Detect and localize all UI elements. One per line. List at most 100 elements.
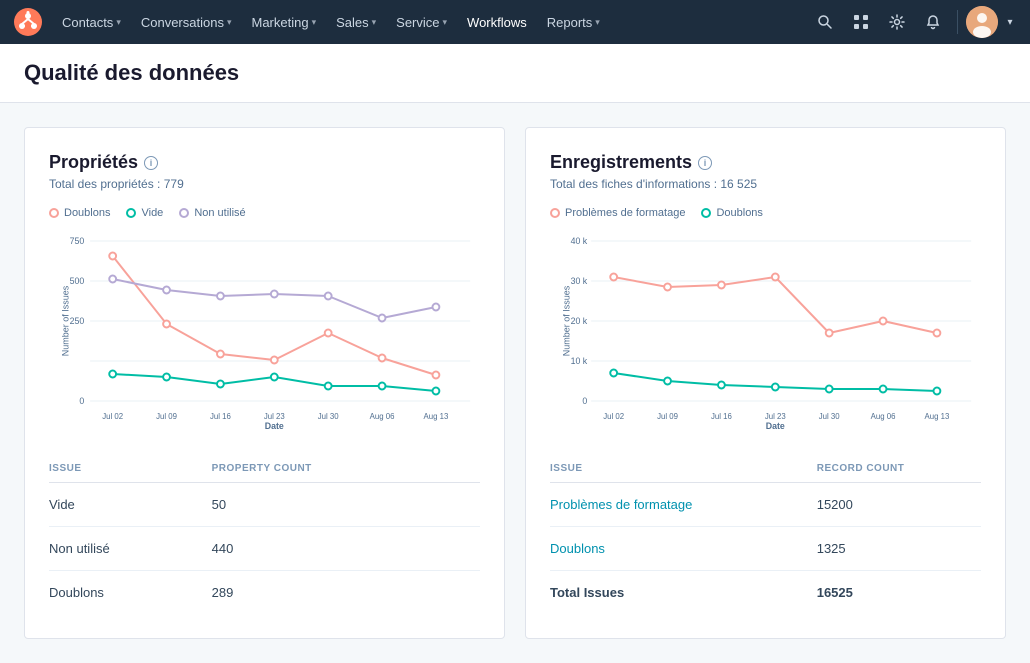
svg-text:10 k: 10 k (571, 356, 588, 366)
user-avatar[interactable] (966, 6, 998, 38)
properties-card: Propriétés i Total des propriétés : 779 … (24, 127, 505, 639)
record-count-formatage: 15200 (817, 483, 981, 527)
svg-text:40 k: 40 k (571, 236, 588, 246)
legend-dot-non-utilise (179, 208, 189, 218)
nav-conversations[interactable]: Conversations ▾ (131, 0, 242, 44)
properties-chart: 750 500 250 0 Number of Issues Jul 02 Ju… (49, 231, 480, 431)
nav-reports[interactable]: Reports ▾ (537, 0, 610, 44)
page-header: Qualité des données (0, 44, 1030, 103)
record-count-doublons: 1325 (817, 527, 981, 571)
chevron-down-icon: ▾ (372, 17, 377, 28)
navbar: Contacts ▾ Conversations ▾ Marketing ▾ S… (0, 0, 1030, 44)
nav-menu: Contacts ▾ Conversations ▾ Marketing ▾ S… (52, 0, 809, 44)
svg-text:Jul 16: Jul 16 (210, 412, 231, 421)
legend-dot-vide (126, 208, 136, 218)
properties-card-title: Propriétés i (49, 152, 480, 173)
legend-doublons: Doublons (49, 207, 110, 219)
svg-text:Number of Issues: Number of Issues (61, 285, 71, 356)
apps-button[interactable] (845, 6, 877, 38)
svg-text:Jul 09: Jul 09 (156, 412, 177, 421)
table-row: Vide 50 (49, 483, 480, 527)
nav-right-actions: ▾ (809, 6, 1018, 38)
chevron-down-icon: ▾ (227, 17, 232, 28)
properties-table: ISSUE PROPERTY COUNT Vide 50 Non utilisé… (49, 455, 480, 614)
legend-doublons-enreg: Doublons (701, 207, 762, 219)
nav-divider (957, 10, 958, 34)
issue-label: Doublons (49, 571, 212, 615)
svg-text:250: 250 (70, 316, 85, 326)
enregistrements-card: Enregistrements i Total des fiches d'inf… (525, 127, 1006, 639)
chevron-down-icon: ▾ (312, 17, 317, 28)
enregistrements-subtitle: Total des fiches d'informations : 16 525 (550, 177, 981, 191)
chevron-down-icon: ▾ (595, 17, 600, 28)
total-issues-label: Total Issues (550, 571, 817, 615)
notifications-button[interactable] (917, 6, 949, 38)
total-issues-count: 16525 (817, 571, 981, 615)
issue-label: Vide (49, 483, 212, 527)
enregistrements-legend: Problèmes de formatage Doublons (550, 207, 981, 219)
legend-dot-formatage (550, 208, 560, 218)
legend-dot-doublons (49, 208, 59, 218)
svg-text:30 k: 30 k (571, 276, 588, 286)
svg-text:Aug 13: Aug 13 (424, 412, 449, 421)
issue-count: 50 (212, 483, 480, 527)
enregistrements-info-icon[interactable]: i (698, 156, 712, 170)
svg-text:Jul 02: Jul 02 (603, 412, 624, 421)
svg-text:Jul 30: Jul 30 (318, 412, 339, 421)
issue-doublons-link[interactable]: Doublons (550, 527, 817, 571)
svg-text:Aug 13: Aug 13 (925, 412, 950, 421)
svg-text:500: 500 (70, 276, 85, 286)
svg-text:Date: Date (766, 421, 785, 431)
properties-info-icon[interactable]: i (144, 156, 158, 170)
svg-text:Jul 02: Jul 02 (102, 412, 123, 421)
legend-vide: Vide (126, 207, 163, 219)
chevron-down-icon: ▾ (116, 17, 121, 28)
table-row: Non utilisé 440 (49, 527, 480, 571)
svg-text:0: 0 (582, 396, 587, 406)
enregistrements-table: ISSUE RECORD COUNT Problèmes de formatag… (550, 455, 981, 614)
main-content: Propriétés i Total des propriétés : 779 … (0, 103, 1030, 663)
table-row: Total Issues 16525 (550, 571, 981, 615)
chevron-down-icon: ▾ (443, 17, 448, 28)
enregistrements-chart: 40 k 30 k 20 k 10 k 0 Number of Issues J… (550, 231, 981, 431)
nav-sales[interactable]: Sales ▾ (326, 0, 386, 44)
legend-non-utilise: Non utilisé (179, 207, 245, 219)
col-issue-enreg: ISSUE (550, 455, 817, 483)
svg-text:Jul 23: Jul 23 (765, 412, 786, 421)
legend-formatage: Problèmes de formatage (550, 207, 685, 219)
svg-text:Number of Issues: Number of Issues (562, 285, 572, 356)
svg-text:Jul 09: Jul 09 (657, 412, 678, 421)
col-property-count: PROPERTY COUNT (212, 455, 480, 483)
nav-workflows[interactable]: Workflows (457, 0, 537, 44)
table-row: Problèmes de formatage 15200 (550, 483, 981, 527)
legend-dot-doublons-enreg (701, 208, 711, 218)
properties-chart-svg: 750 500 250 0 Number of Issues Jul 02 Ju… (49, 231, 480, 431)
svg-text:Aug 06: Aug 06 (370, 412, 395, 421)
svg-text:Jul 23: Jul 23 (264, 412, 285, 421)
svg-text:Date: Date (265, 421, 284, 431)
nav-service[interactable]: Service ▾ (386, 0, 457, 44)
svg-text:Jul 30: Jul 30 (819, 412, 840, 421)
user-menu-chevron[interactable]: ▾ (1002, 6, 1018, 38)
svg-text:Aug 06: Aug 06 (871, 412, 896, 421)
issue-label: Non utilisé (49, 527, 212, 571)
settings-button[interactable] (881, 6, 913, 38)
issue-count: 440 (212, 527, 480, 571)
svg-text:750: 750 (70, 236, 85, 246)
nav-marketing[interactable]: Marketing ▾ (241, 0, 326, 44)
svg-text:0: 0 (79, 396, 84, 406)
issue-formatage-link[interactable]: Problèmes de formatage (550, 483, 817, 527)
hubspot-logo[interactable] (12, 6, 44, 38)
properties-legend: Doublons Vide Non utilisé (49, 207, 480, 219)
table-row: Doublons 1325 (550, 527, 981, 571)
table-row: Doublons 289 (49, 571, 480, 615)
svg-text:20 k: 20 k (571, 316, 588, 326)
enregistrements-chart-svg: 40 k 30 k 20 k 10 k 0 Number of Issues J… (550, 231, 981, 431)
page-title: Qualité des données (24, 60, 1006, 86)
nav-contacts[interactable]: Contacts ▾ (52, 0, 131, 44)
issue-count: 289 (212, 571, 480, 615)
svg-text:Jul 16: Jul 16 (711, 412, 732, 421)
search-button[interactable] (809, 6, 841, 38)
col-record-count: RECORD COUNT (817, 455, 981, 483)
enregistrements-card-title: Enregistrements i (550, 152, 981, 173)
